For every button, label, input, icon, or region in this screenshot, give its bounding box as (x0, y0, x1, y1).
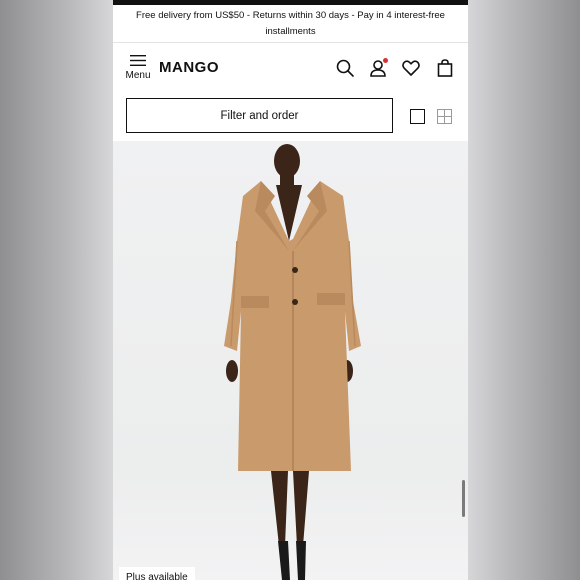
filter-and-order-button[interactable]: Filter and order (126, 98, 393, 133)
product-image[interactable]: Plus available (113, 141, 468, 580)
notification-dot (383, 58, 388, 63)
hamburger-icon (130, 55, 146, 66)
model-in-camel-coat-illustration (224, 144, 361, 580)
single-column-view-icon[interactable] (410, 109, 425, 124)
phone-screen: Free delivery from US$50 - Returns withi… (113, 0, 468, 580)
filter-toolbar: Filter and order (113, 93, 468, 141)
promo-text: Free delivery from US$50 - Returns withi… (136, 9, 445, 37)
brand-logo[interactable]: MANGO (159, 59, 219, 76)
bag-icon (437, 59, 453, 77)
promo-banner[interactable]: Free delivery from US$50 - Returns withi… (113, 5, 468, 42)
bag-button[interactable] (435, 58, 455, 78)
search-button[interactable] (335, 58, 355, 78)
grid-view-icon[interactable] (437, 109, 452, 124)
menu-label: Menu (125, 70, 151, 81)
heart-icon (402, 60, 420, 76)
search-icon (336, 59, 354, 77)
wishlist-button[interactable] (401, 58, 421, 78)
plus-available-badge: Plus available (119, 567, 195, 580)
scrollbar[interactable] (462, 480, 465, 517)
account-button[interactable] (368, 58, 388, 78)
site-header: Menu MANGO (113, 43, 468, 93)
menu-button[interactable]: Menu (122, 53, 154, 85)
